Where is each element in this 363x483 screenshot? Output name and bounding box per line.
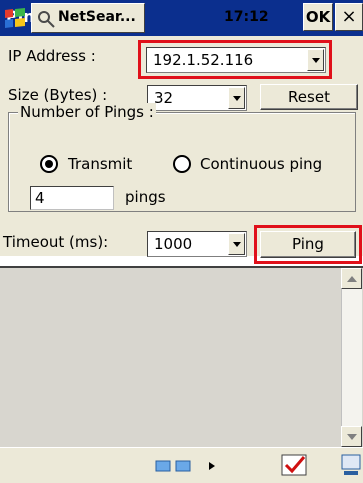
ok-button[interactable]: OK [303, 3, 333, 31]
scroll-up-icon[interactable] [341, 268, 362, 289]
taskbar-task-label: NetSear... [58, 9, 136, 25]
ping-output-list[interactable] [0, 266, 363, 447]
network-search-icon [38, 11, 55, 28]
timeout-dropdown-arrow-icon[interactable] [228, 233, 245, 255]
close-button[interactable]: × [335, 3, 363, 31]
tray-clock[interactable]: 17:12 [224, 9, 269, 25]
tray-expand-arrow-icon[interactable] [206, 460, 218, 472]
reset-button[interactable]: Reset [260, 84, 358, 110]
start-windows-flag-icon[interactable] [2, 6, 28, 30]
pings-count-value: 4 [35, 189, 45, 207]
ip-address-value: 192.1.52.116 [153, 51, 254, 69]
ip-dropdown-arrow-icon[interactable] [307, 49, 324, 71]
continuous-radio[interactable] [173, 155, 191, 173]
ip-address-label: IP Address : [8, 47, 96, 65]
scroll-down-icon[interactable] [341, 426, 362, 447]
timeout-label: Timeout (ms): [3, 233, 109, 251]
taskbar-task-netsearch[interactable]: NetSear... [31, 3, 145, 33]
output-scrollbar[interactable] [341, 268, 362, 447]
tray-keyboard-icon[interactable] [340, 453, 362, 477]
pings-count-input[interactable]: 4 [30, 186, 114, 210]
group-title: Number of Pings : [18, 103, 156, 121]
transmit-label[interactable]: Transmit [68, 155, 132, 173]
size-value: 32 [154, 89, 174, 107]
timeout-combo[interactable]: 1000 [147, 231, 247, 257]
size-label: Size (Bytes) : [8, 86, 108, 104]
size-combo[interactable]: 32 [147, 85, 247, 111]
size-dropdown-arrow-icon[interactable] [228, 87, 245, 109]
transmit-radio[interactable] [40, 155, 58, 173]
continuous-label[interactable]: Continuous ping [200, 155, 322, 173]
ip-address-combo[interactable]: 192.1.52.116 [146, 47, 326, 73]
network-connection-icon[interactable] [154, 458, 198, 474]
tray-checkmark-icon[interactable] [280, 453, 310, 477]
timeout-value: 1000 [154, 235, 193, 253]
ping-button[interactable]: Ping [260, 231, 356, 258]
pings-unit-label: pings [125, 188, 166, 206]
